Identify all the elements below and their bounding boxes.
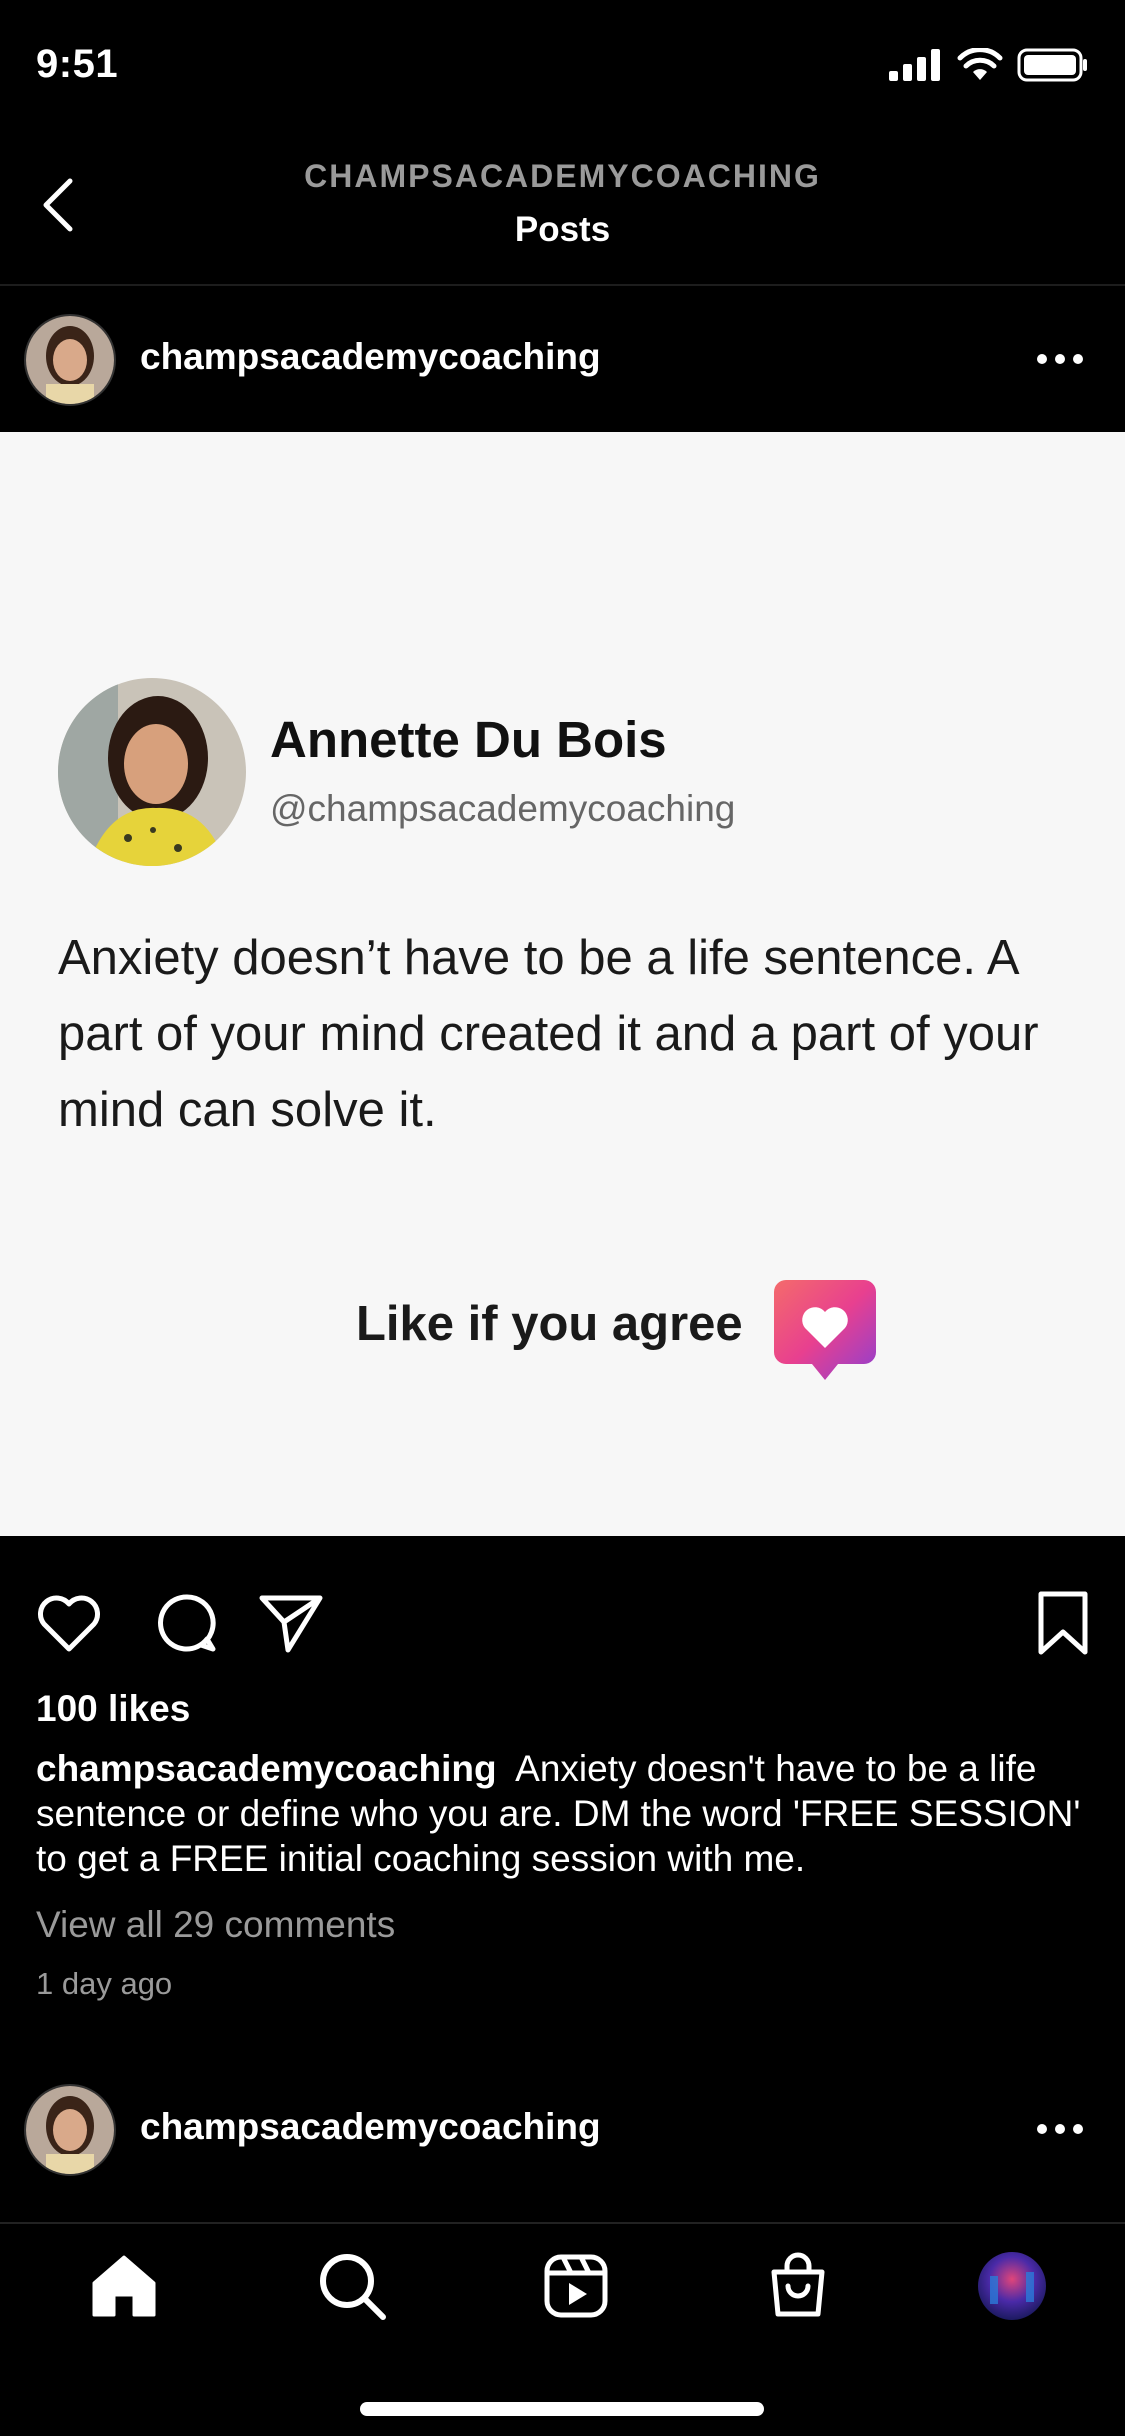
view-comments-link[interactable]: View all 29 comments [36,1904,395,1946]
page-title: Posts [514,210,611,249]
card-quote: Anxiety doesn’t have to be a life senten… [58,931,1039,1137]
nav-home[interactable] [88,2250,160,2322]
reels-icon [544,2254,608,2318]
shopping-bag-icon [771,2252,825,2317]
next-post-username[interactable]: champsacademycoaching [140,2106,601,2148]
nav-shop[interactable] [762,2250,834,2322]
more-horizontal-icon [1037,2124,1083,2134]
battery-icon [1017,48,1087,82]
portrait-image [58,678,246,866]
post-username[interactable]: champsacademycoaching [140,336,601,378]
nav-divider [0,2222,1125,2224]
bookmark-icon [1038,1591,1088,1655]
card-avatar [58,678,246,866]
home-icon [92,2255,156,2317]
comment-icon [158,1594,216,1652]
like-button[interactable] [34,1590,104,1656]
nav-reels[interactable] [540,2250,612,2322]
status-icons [889,48,1089,82]
header-subtitle: CHAMPSACADEMYCOACHING [304,158,821,194]
send-icon [259,1595,323,1653]
post-avatar[interactable] [24,314,116,406]
next-post-avatar[interactable] [24,2084,116,2176]
post-time: 1 day ago [36,1966,173,2001]
avatar [26,2086,114,2174]
home-indicator [360,2402,764,2416]
more-button[interactable] [1036,328,1084,378]
signal-icon [889,49,940,81]
share-button[interactable] [256,1590,326,1656]
header-divider [0,284,1125,286]
avatar [26,316,114,404]
card-cta: Like if you agree [356,1297,743,1351]
like-badge-icon [772,1278,878,1384]
next-post-more-button[interactable] [1036,2098,1084,2148]
heart-icon [38,1595,100,1652]
more-horizontal-icon [1037,354,1083,364]
card-handle: @champsacademycoaching [270,788,736,829]
search-icon [320,2254,386,2320]
nav-search[interactable] [316,2250,388,2322]
card-name: Annette Du Bois [270,711,667,768]
caption-username[interactable]: champsacademycoaching [36,1748,497,1789]
like-count[interactable]: 100 likes [36,1688,190,1730]
save-button[interactable] [1028,1590,1098,1656]
status-time: 9:51 [36,42,119,86]
profile-avatar [978,2252,1046,2320]
wifi-icon [957,48,1003,80]
nav-profile[interactable] [976,2250,1048,2322]
comment-button[interactable] [152,1590,222,1656]
post-caption: champsacademycoaching Anxiety doesn't ha… [36,1746,1096,1881]
